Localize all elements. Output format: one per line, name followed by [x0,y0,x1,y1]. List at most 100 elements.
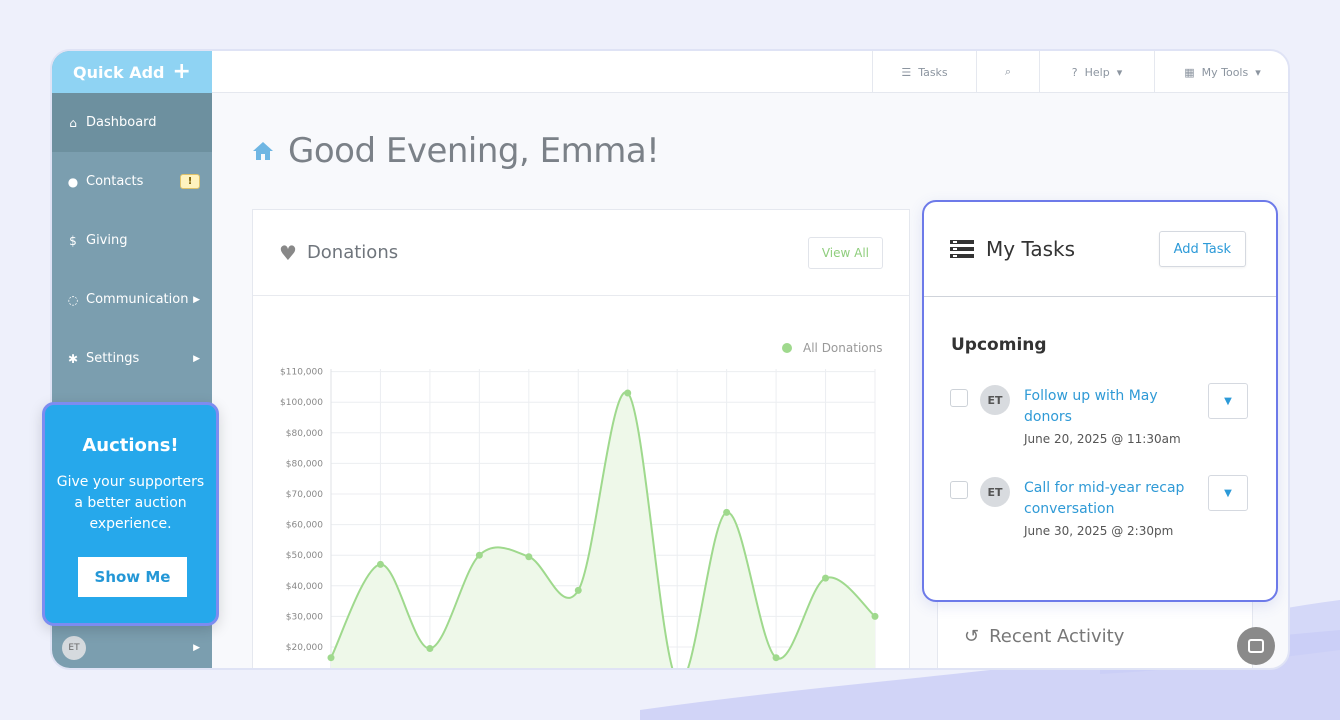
home-icon [253,142,273,160]
sidebar-user-menu[interactable]: ET ▶ [52,628,212,668]
y-tick-label: $20,000 [286,643,323,653]
tasks-icon [950,240,974,258]
y-tick-label: $100,000 [280,398,323,408]
task-title-link[interactable]: Follow up with May donors [1024,386,1194,428]
chevron-down-icon: ▼ [1224,395,1232,407]
chat-icon [1248,639,1264,653]
chevron-right-icon: ▶ [193,294,200,305]
help-icon: ? [1071,65,1078,79]
y-tick-label: $80,000 [286,429,323,439]
donations-header: ♥ Donations View All [253,210,909,296]
plus-icon: + [172,59,191,84]
tasks-menu-button[interactable]: ☰ Tasks [872,51,976,93]
page-greeting: Good Evening, Emma! [252,131,660,171]
search-button[interactable]: ⌕ [976,51,1039,93]
chevron-right-icon: ▶ [193,643,200,653]
data-point [574,586,582,594]
sidebar-item-giving[interactable]: $ Giving [52,211,212,270]
task-checkbox[interactable] [950,389,968,407]
upcoming-heading: Upcoming [951,335,1047,355]
donations-title: Donations [306,242,399,263]
alert-badge: ! [180,174,200,189]
data-point [327,654,335,662]
user-icon: ● [67,174,79,189]
legend-label: All Donations [803,341,882,355]
data-point [426,645,434,653]
avatar: ET [980,385,1010,415]
y-tick-label: $30,000 [286,612,323,622]
avatar: ET [980,477,1010,507]
home-icon: ⌂ [69,115,77,130]
sidebar-item-communication[interactable]: ◌ Communication ▶ [52,270,212,329]
data-point [624,389,632,397]
y-tick-label: $70,000 [286,490,323,500]
task-options-dropdown[interactable]: ▼ [1208,475,1248,511]
task-title-link[interactable]: Call for mid-year recap conversation [1024,478,1194,520]
y-tick-label: $50,000 [286,551,323,561]
sidebar-item-dashboard[interactable]: ⌂ Dashboard [52,93,212,152]
top-bar: ☰ Tasks ⌕ ? Help ▾ ▦ My Tools ▾ [212,51,1288,93]
my-tasks-card: My Tasks Add Task Upcoming ET Follow up … [922,200,1278,602]
my-tasks-header: My Tasks Add Task [924,202,1276,297]
donations-card: ♥ Donations View All $20,000 $30,000 $40,0… [252,209,910,668]
page-title: Good Evening, Emma! [288,131,660,171]
auction-promo-card: Auctions! Give your supporters a better … [42,402,219,626]
gear-icon: ✱ [67,351,79,366]
help-label: Help [1084,65,1110,79]
promo-title: Auctions! [82,435,179,456]
sidebar-item-contacts[interactable]: ● Contacts ! [52,152,212,211]
task-date: June 20, 2025 @ 11:30am [1024,432,1181,446]
chevron-down-icon: ▾ [1116,65,1123,79]
recent-activity-title: Recent Activity [989,626,1125,647]
grid-icon: ▦ [1184,65,1195,79]
recent-activity-header: ↺ Recent Activity [964,626,1124,647]
data-point [871,612,879,620]
y-tick-label: $80,000 [286,459,323,469]
quick-add-button[interactable]: Quick Add + [52,51,212,93]
search-icon: ⌕ [1004,65,1012,78]
my-tools-menu-button[interactable]: ▦ My Tools ▾ [1154,51,1288,93]
avatar: ET [62,636,86,660]
data-point [723,508,731,516]
y-tick-label: $60,000 [286,521,323,531]
task-date: June 30, 2025 @ 2:30pm [1024,524,1174,538]
chat-icon: ◌ [67,292,79,307]
add-task-button[interactable]: Add Task [1158,231,1246,267]
history-icon: ↺ [964,626,980,647]
task-options-dropdown[interactable]: ▼ [1208,383,1248,419]
tasks-label: Tasks [918,65,948,79]
task-item: ET Call for mid-year recap conversation … [950,475,1250,545]
show-me-button[interactable]: Show Me [78,557,187,597]
data-point [376,560,384,568]
data-point [475,551,483,559]
sidebar-item-label: Settings [86,351,140,366]
my-tools-label: My Tools [1201,65,1249,79]
promo-body: Give your supporters a better auction ex… [56,474,205,532]
recent-activity-card: ↺ Recent Activity [937,601,1253,668]
legend-marker [782,343,792,353]
task-item: ET Follow up with May donors June 20, 20… [950,383,1250,453]
sidebar-item-label: Dashboard [86,115,157,130]
data-point [525,553,533,561]
y-tick-label: $40,000 [286,582,323,592]
my-tasks-title: My Tasks [986,237,1076,261]
task-checkbox[interactable] [950,481,968,499]
view-all-button[interactable]: View All [807,237,883,269]
sidebar-item-label: Communication [86,292,189,307]
heart-icon: ♥ [279,240,297,265]
chevron-down-icon: ▼ [1224,487,1232,499]
quick-add-label: Quick Add [73,62,165,82]
sidebar-item-label: Contacts [86,174,144,189]
data-point [822,574,830,582]
donations-chart: $20,000 $30,000 $40,000 $50,000 $60,000 $70,0… [280,341,882,668]
sidebar-item-settings[interactable]: ✱ Settings ▶ [52,329,212,388]
tasks-icon: ☰ [901,65,912,79]
sidebar-item-label: Giving [86,233,128,248]
dollar-icon: $ [69,233,77,248]
app-window: Quick Add + ⌂ Dashboard ● Contacts ! $ G… [50,49,1290,670]
chevron-down-icon: ▾ [1255,65,1261,79]
help-menu-button[interactable]: ? Help ▾ [1039,51,1154,93]
y-tick-label: $110,000 [280,368,323,378]
chat-launcher-button[interactable] [1237,627,1275,665]
series-area [331,392,875,668]
